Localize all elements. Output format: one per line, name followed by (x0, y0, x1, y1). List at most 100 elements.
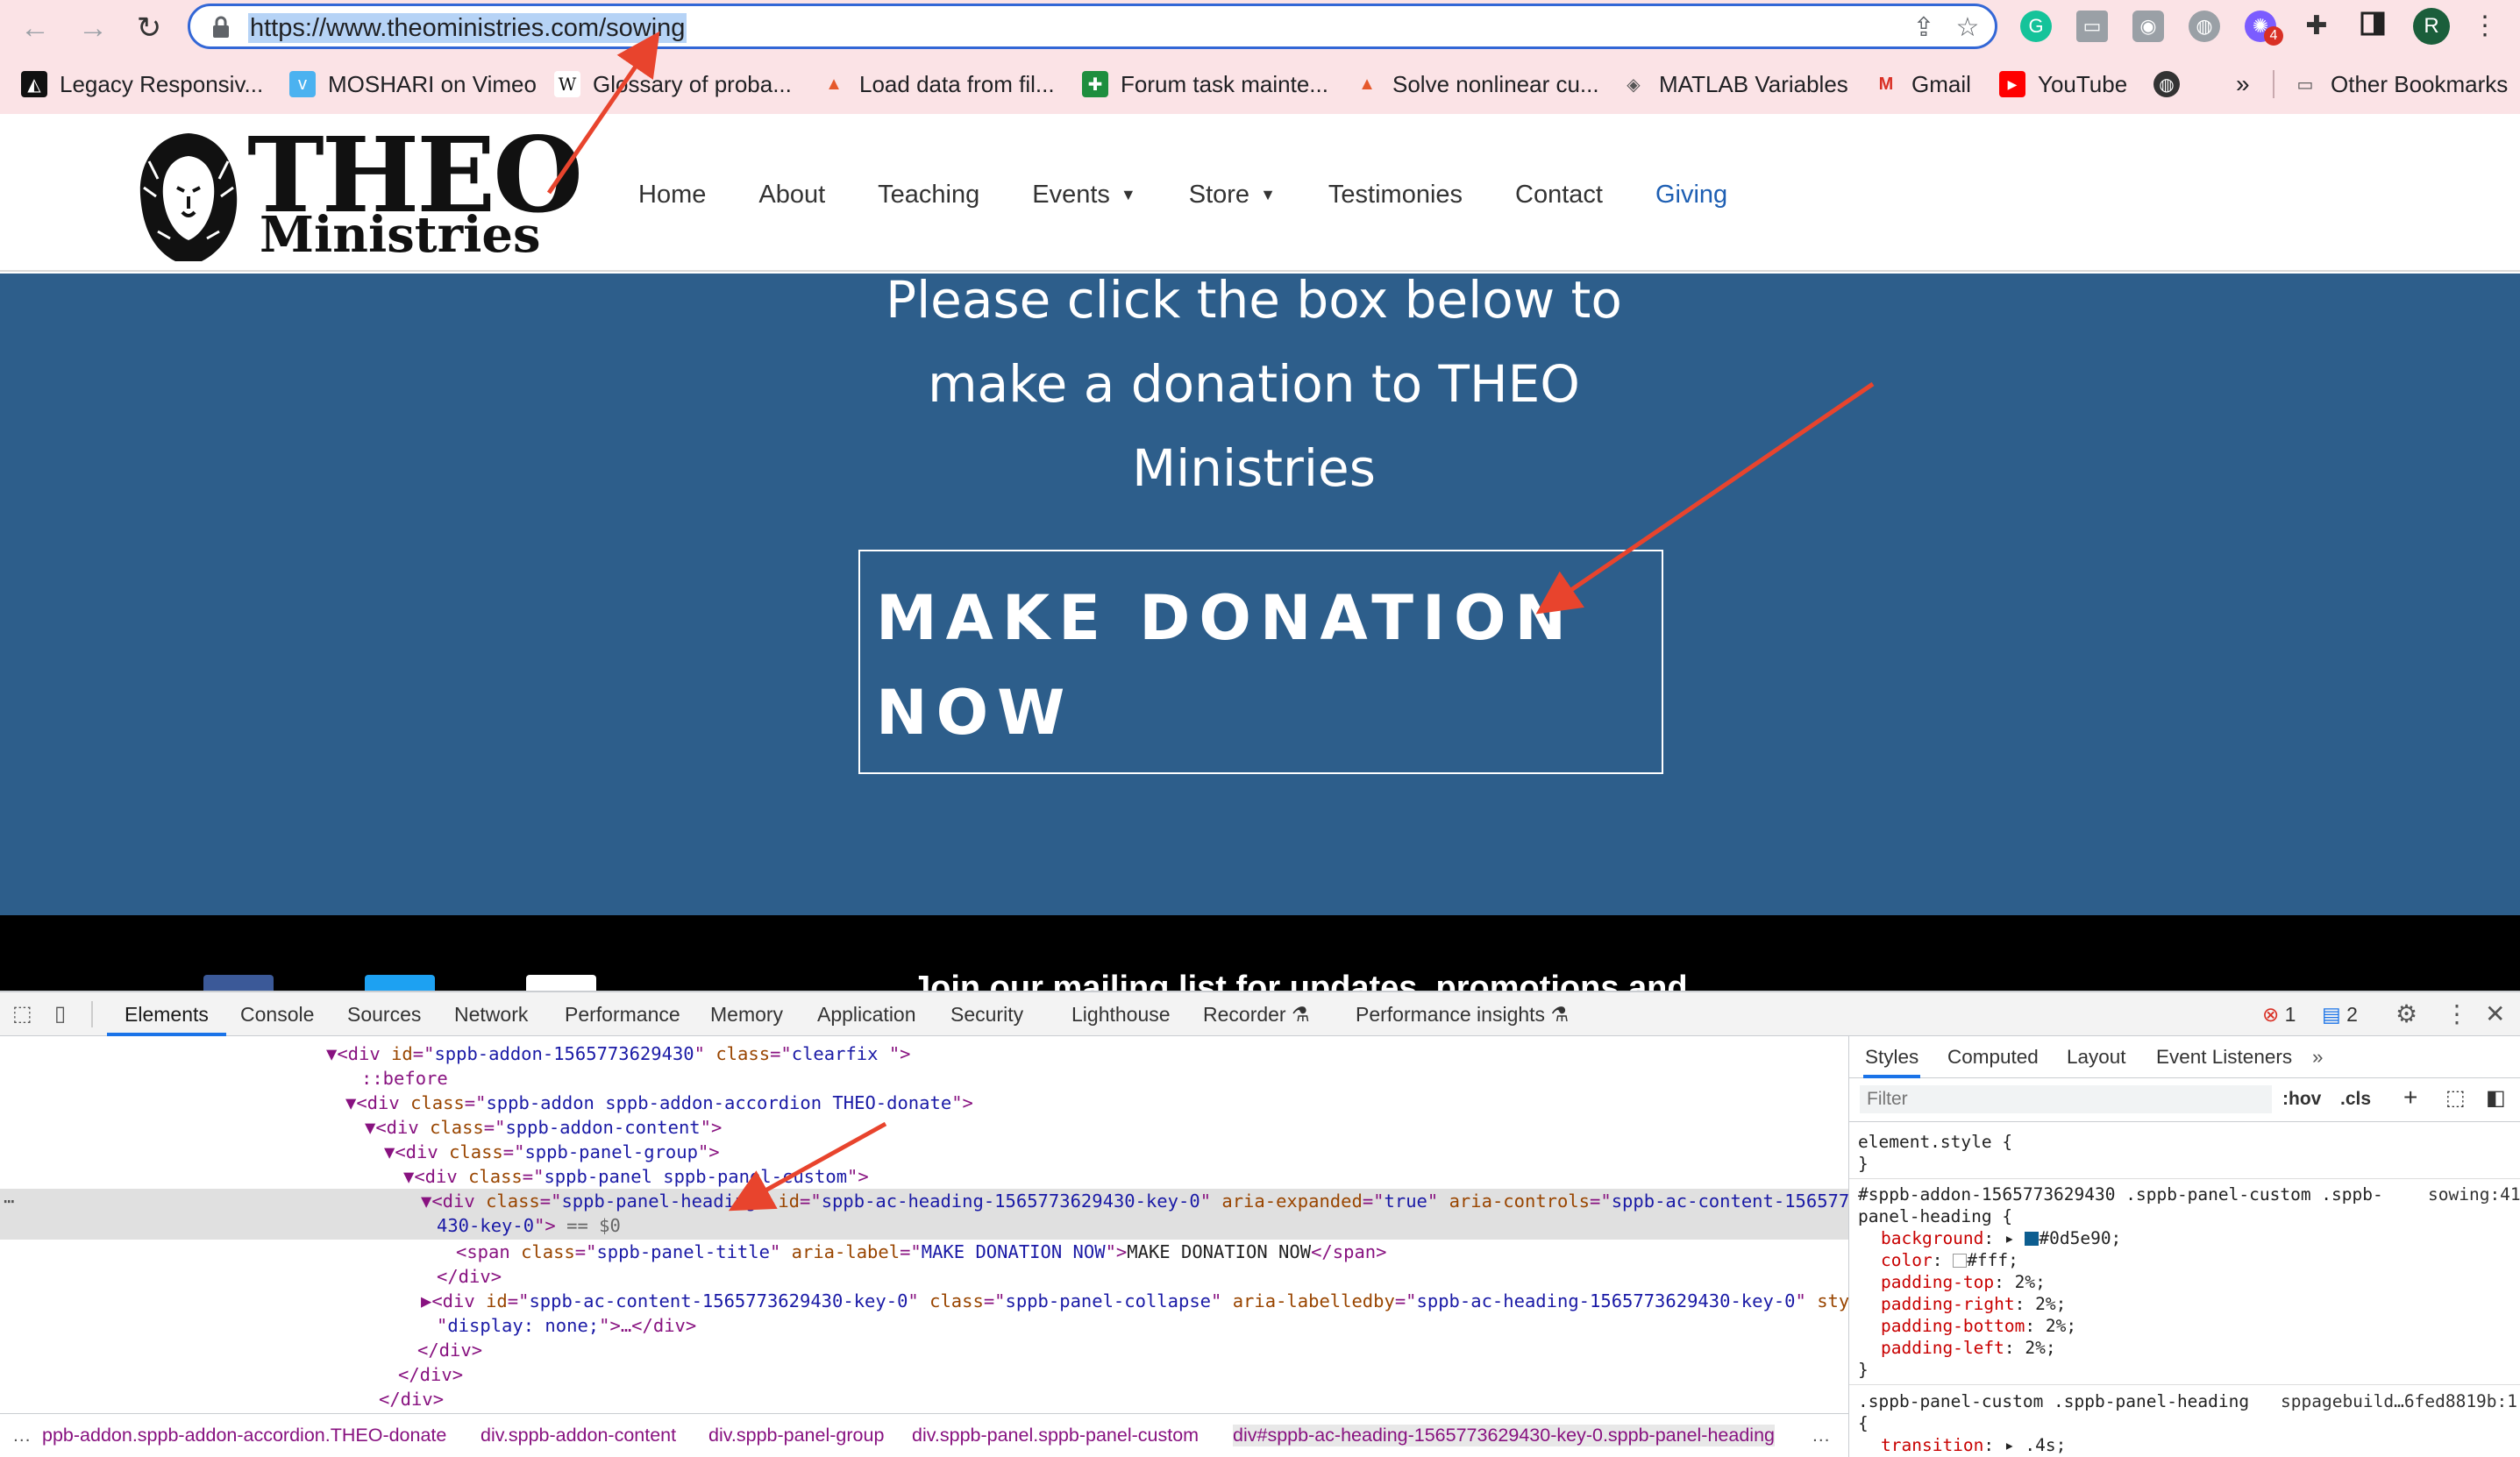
css-declaration[interactable]: padding-right: 2%; (1881, 1293, 2066, 1315)
message-counter[interactable]: ▤ 2 (2322, 992, 2358, 1036)
instagram-icon[interactable] (526, 975, 596, 991)
css-declaration[interactable]: padding-top: 2%; (1881, 1271, 2046, 1293)
add-rule-icon[interactable]: + (2403, 1084, 2417, 1112)
nav-about[interactable]: About (758, 181, 825, 210)
dom-node-selected[interactable]: ⋯ ▼<div class="sppb-panel-heading" id="s… (0, 1189, 1848, 1240)
breadcrumb-item[interactable]: div.sppb-panel.sppb-panel-custom (912, 1425, 1199, 1446)
color-swatch[interactable] (1953, 1254, 1968, 1268)
reload-button[interactable]: ↻ (130, 9, 168, 47)
css-element-style[interactable]: element.style { (1858, 1131, 2012, 1153)
css-selector[interactable]: #sppb-addon-1565773629430 .sppb-panel-cu… (1858, 1183, 2383, 1205)
puzzle-extensions-icon[interactable]: ✚ (2301, 11, 2332, 42)
tab-performance[interactable]: Performance (565, 992, 680, 1036)
address-bar[interactable]: https://www.theoministries.com/sowing ⇪ … (188, 4, 1997, 49)
tab-application[interactable]: Application (817, 992, 916, 1036)
bookmark-vimeo[interactable]: v MOSHARI on Vimeo (289, 61, 537, 107)
dom-pseudo[interactable]: ::before (361, 1066, 448, 1091)
hov-toggle[interactable]: :hov (2282, 1089, 2321, 1110)
dom-node-cont[interactable]: "display: none;">…</div> (437, 1313, 696, 1338)
facebook-icon[interactable] (203, 975, 274, 991)
share-icon[interactable]: ⇪ (1909, 13, 1939, 43)
site-logo[interactable]: THEO Ministries (132, 123, 583, 267)
tab-layout[interactable]: Layout (2067, 1036, 2126, 1078)
paint-icon[interactable]: ⬚ (2445, 1085, 2466, 1111)
dom-close[interactable]: </div> (437, 1264, 502, 1289)
bookmark-glossary[interactable]: W Glossary of proba... (554, 61, 792, 107)
tab-network[interactable]: Network (454, 992, 528, 1036)
error-counter[interactable]: ⊗ 1 (2262, 992, 2296, 1036)
tab-styles[interactable]: Styles (1863, 1036, 1921, 1078)
sidebar-toggle-icon[interactable]: ◧ (2486, 1085, 2506, 1111)
bookmark-gmail[interactable]: M Gmail (1873, 61, 1971, 107)
css-declaration[interactable]: padding-left: 2%; (1881, 1337, 2056, 1359)
bookmark-star-icon[interactable]: ☆ (1953, 13, 1983, 43)
url-text[interactable]: https://www.theoministries.com/sowing (248, 13, 687, 43)
bookmark-legacy[interactable]: ◭ Legacy Responsiv... (21, 61, 263, 107)
more-tabs-icon[interactable]: » (2312, 1036, 2324, 1078)
dom-close[interactable]: </div> (417, 1338, 482, 1362)
css-selector[interactable]: .sppb-panel-custom .sppb-panel-heading (1858, 1390, 2249, 1412)
profile-avatar[interactable]: R (2413, 8, 2450, 45)
tab-console[interactable]: Console (240, 992, 314, 1036)
camera-extension-icon[interactable]: ◉ (2132, 11, 2164, 42)
cast-extension-icon[interactable]: ▭ (2076, 11, 2108, 42)
tab-memory[interactable]: Memory (710, 992, 783, 1036)
dom-node[interactable]: ▼<div class="sppb-panel-group"> (384, 1140, 720, 1164)
breadcrumb-item[interactable]: div.sppb-panel-group (708, 1425, 884, 1446)
nav-giving[interactable]: Giving (1655, 181, 1727, 210)
dom-node[interactable]: <span class="sppb-panel-title" aria-labe… (456, 1240, 1387, 1264)
breadcrumb-item[interactable]: ppb-addon.sppb-addon-accordion.THEO-dona… (42, 1425, 446, 1446)
dom-close[interactable]: </div> (379, 1387, 444, 1411)
more-options-icon[interactable]: ⋮ (2445, 992, 2469, 1036)
css-declaration[interactable]: color: #fff; (1881, 1249, 2018, 1271)
close-icon[interactable]: ✕ (2485, 992, 2505, 1036)
other-bookmarks[interactable]: ▭ Other Bookmarks (2292, 61, 2509, 107)
css-source-link[interactable]: sppagebuild…6fed8819b:1 (2281, 1390, 2517, 1412)
tab-elements[interactable]: Elements (107, 992, 226, 1036)
globe-extension-icon[interactable]: ◍ (2189, 11, 2220, 42)
device-toolbar-icon[interactable]: ▯ (54, 992, 66, 1036)
tab-security[interactable]: Security (950, 992, 1023, 1036)
side-panel-icon[interactable] (2357, 11, 2388, 42)
css-declaration[interactable]: background: ▸ #0d5e90; (1881, 1227, 2121, 1249)
nav-store[interactable]: Store ▼ (1189, 181, 1276, 210)
grammarly-extension-icon[interactable]: G (2020, 11, 2052, 42)
tab-computed[interactable]: Computed (1947, 1036, 2039, 1078)
forward-button[interactable]: → (74, 9, 112, 47)
tab-lighthouse[interactable]: Lighthouse (1071, 992, 1171, 1036)
inspect-element-icon[interactable]: ⬚ (12, 992, 32, 1036)
color-swatch[interactable] (2025, 1232, 2039, 1246)
dom-node[interactable]: ▼<div class="sppb-addon-content"> (365, 1115, 722, 1140)
tab-performance-insights[interactable]: Performance insights ⚗ (1356, 992, 1569, 1036)
tab-sources[interactable]: Sources (347, 992, 421, 1036)
twitter-icon[interactable] (365, 975, 435, 991)
bookmark-load-data[interactable]: ▲ Load data from fil... (821, 61, 1054, 107)
breadcrumb-overflow[interactable]: … (1812, 1425, 1831, 1446)
styles-filter-input[interactable] (1860, 1085, 2272, 1113)
nav-teaching[interactable]: Teaching (878, 181, 979, 210)
css-declaration[interactable]: transition: ▸ .4s; (1881, 1434, 2066, 1456)
nav-contact[interactable]: Contact (1515, 181, 1603, 210)
bookmark-forum-task[interactable]: ✚ Forum task mainte... (1082, 61, 1328, 107)
bookmark-matlab-variables[interactable]: ◈ MATLAB Variables (1620, 61, 1848, 107)
dom-close[interactable]: </div> (398, 1362, 463, 1387)
dom-node[interactable]: ▼<div class="sppb-addon sppb-addon-accor… (345, 1091, 973, 1115)
breadcrumb-item[interactable]: div.sppb-addon-content (481, 1425, 676, 1446)
breadcrumb-overflow[interactable]: … (12, 1425, 32, 1446)
cls-toggle[interactable]: .cls (2340, 1089, 2371, 1110)
back-button[interactable]: ← (16, 9, 54, 47)
breadcrumb-item-selected[interactable]: div#sppb-ac-heading-1565773629430-key-0.… (1233, 1425, 1775, 1446)
css-source-link[interactable]: sowing:41 (2428, 1183, 2520, 1205)
dom-node[interactable]: ▼<div class="sppb-panel sppb-panel-custo… (403, 1164, 869, 1189)
css-selector[interactable]: panel-heading { (1858, 1205, 2012, 1227)
dom-node[interactable]: ▶<div id="sppb-ac-content-1565773629430-… (421, 1289, 1848, 1313)
tab-event-listeners[interactable]: Event Listeners (2156, 1036, 2292, 1078)
nav-events[interactable]: Events ▼ (1032, 181, 1136, 210)
gear-icon[interactable]: ⚙ (2395, 992, 2417, 1036)
nav-home[interactable]: Home (638, 181, 706, 210)
tab-recorder[interactable]: Recorder ⚗ (1203, 992, 1310, 1036)
bookmarks-overflow[interactable]: » (2236, 61, 2250, 107)
dom-node[interactable]: ▼<div id="sppb-addon-1565773629430" clas… (326, 1041, 911, 1066)
bookmark-youtube[interactable]: ▶ YouTube (1999, 61, 2127, 107)
nav-testimonies[interactable]: Testimonies (1328, 181, 1463, 210)
